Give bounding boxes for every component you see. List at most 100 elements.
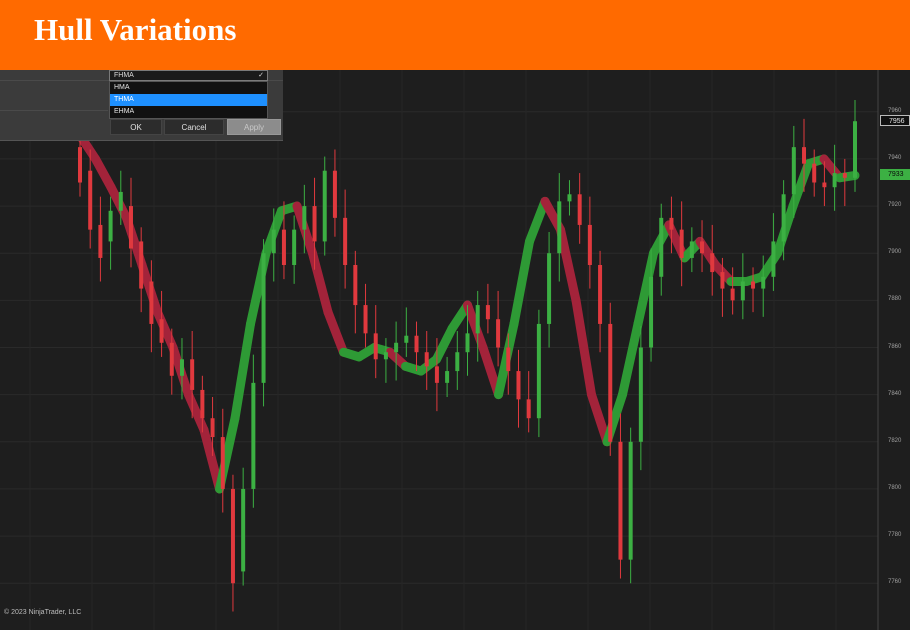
candle-body bbox=[700, 241, 705, 254]
candle-body bbox=[853, 121, 857, 178]
candle-body bbox=[210, 418, 215, 438]
candle-body bbox=[383, 352, 388, 360]
candle-body bbox=[781, 194, 786, 242]
candle-body bbox=[88, 170, 93, 230]
candle-body bbox=[78, 147, 82, 183]
price-axis-label: 7780 bbox=[888, 532, 902, 539]
indicator-dialog: FHMA ✓ HMA THMA EHMA OK Cancel Apply bbox=[0, 70, 283, 141]
price-axis-label: 7920 bbox=[888, 202, 902, 209]
price-axis-label: 7800 bbox=[888, 484, 902, 491]
hma-segment bbox=[835, 170, 860, 183]
candle-body bbox=[465, 333, 470, 353]
candle-body bbox=[353, 265, 358, 306]
price-axis-label: 7960 bbox=[888, 107, 902, 114]
copyright-text: © 2023 NinjaTrader, LLC bbox=[4, 609, 82, 616]
candle-body bbox=[710, 253, 715, 273]
hma-segment bbox=[432, 324, 457, 364]
candle-body bbox=[261, 253, 266, 383]
candle-body bbox=[302, 206, 307, 230]
candle-body bbox=[271, 229, 276, 254]
hma-segment bbox=[525, 196, 550, 246]
candle-body bbox=[832, 173, 837, 188]
candle-body bbox=[322, 170, 327, 242]
hma-segment bbox=[323, 307, 348, 357]
candle-body bbox=[251, 382, 256, 489]
candle-body bbox=[659, 217, 664, 277]
candle-body bbox=[536, 323, 541, 419]
candle-body bbox=[577, 194, 582, 225]
candle-body bbox=[128, 206, 133, 249]
candle-body bbox=[118, 191, 123, 211]
option-thma[interactable]: THMA bbox=[110, 94, 267, 106]
candle-body bbox=[190, 359, 195, 390]
candle-body bbox=[547, 253, 552, 324]
hma-segment bbox=[463, 300, 488, 352]
candle-body bbox=[802, 147, 807, 164]
candle-body bbox=[516, 371, 521, 400]
candle-body bbox=[434, 366, 439, 383]
candle-body bbox=[108, 210, 113, 242]
hma-segment bbox=[509, 236, 534, 329]
price-axis-label: 7880 bbox=[888, 296, 902, 303]
candle-body bbox=[822, 182, 827, 188]
candle-body bbox=[771, 241, 776, 277]
price-axis-label: 7940 bbox=[888, 154, 902, 161]
price-axis-label: 7840 bbox=[888, 390, 902, 397]
candle-body bbox=[791, 147, 796, 195]
hma-segment bbox=[230, 319, 255, 423]
option-hma[interactable]: HMA bbox=[110, 82, 267, 94]
hma-segment bbox=[91, 154, 116, 192]
candle-body bbox=[720, 272, 725, 289]
candle-body bbox=[587, 224, 592, 265]
candle-body bbox=[445, 371, 450, 383]
option-ehma[interactable]: EHMA bbox=[110, 106, 267, 118]
candle-body bbox=[281, 229, 286, 265]
candle-body bbox=[496, 319, 501, 348]
candle-body bbox=[669, 217, 674, 230]
candle-body bbox=[394, 342, 399, 353]
hma-segment bbox=[106, 182, 131, 223]
ok-button[interactable]: OK bbox=[110, 119, 162, 135]
candle-body bbox=[149, 281, 154, 324]
hma-segment bbox=[556, 225, 581, 305]
candle-body bbox=[679, 229, 684, 258]
candle-body bbox=[485, 305, 490, 320]
candle-body bbox=[812, 163, 817, 183]
candle-body bbox=[526, 399, 531, 419]
chevron-down-icon[interactable]: ✓ bbox=[258, 71, 264, 81]
candle-body bbox=[312, 206, 317, 242]
candle-body bbox=[404, 335, 409, 343]
candle-body bbox=[638, 347, 643, 442]
candle-body bbox=[608, 323, 613, 442]
select-value: FHMA bbox=[114, 72, 134, 79]
candle-body bbox=[139, 241, 144, 289]
candle-body bbox=[220, 437, 225, 489]
chart-area[interactable]: FHMA ✓ HMA THMA EHMA OK Cancel Apply 795… bbox=[0, 70, 910, 630]
candle-body bbox=[424, 352, 429, 367]
last-price-tag: 7956 bbox=[880, 115, 910, 126]
hma-segment bbox=[618, 319, 643, 400]
candle-body bbox=[169, 342, 174, 376]
candle-body bbox=[475, 305, 480, 334]
price-axis-label: 7760 bbox=[888, 579, 902, 586]
candle-body bbox=[689, 241, 694, 258]
price-axis-label: 7820 bbox=[888, 437, 902, 444]
candle-body bbox=[598, 265, 603, 324]
cancel-button[interactable]: Cancel bbox=[164, 119, 224, 135]
hma-price-tag: 7933 bbox=[880, 169, 910, 180]
hma-type-select[interactable]: FHMA ✓ bbox=[109, 70, 268, 81]
price-axis-label: 7900 bbox=[888, 249, 902, 256]
apply-button[interactable]: Apply bbox=[227, 119, 281, 135]
candle-body bbox=[373, 333, 378, 360]
banner-title: Hull Variations bbox=[34, 12, 237, 47]
candle-body bbox=[159, 319, 164, 343]
candle-body bbox=[230, 488, 235, 584]
candle-body bbox=[241, 488, 246, 572]
candle-body bbox=[292, 229, 297, 265]
candle-body bbox=[842, 173, 847, 178]
candle-body bbox=[557, 201, 562, 254]
dialog-divider bbox=[0, 110, 108, 111]
candle-body bbox=[332, 170, 337, 218]
candle-body bbox=[179, 359, 184, 376]
price-chart[interactable] bbox=[0, 70, 910, 630]
